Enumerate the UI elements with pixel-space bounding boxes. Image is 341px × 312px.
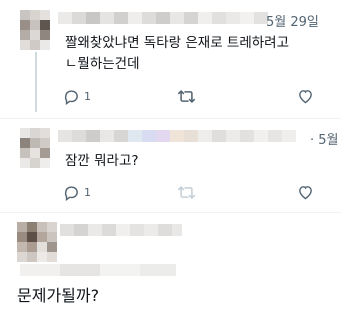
- reply-button[interactable]: 1: [63, 88, 91, 105]
- reply-icon: [63, 88, 80, 105]
- tweet-3[interactable]: 문제가될까?: [0, 212, 341, 312]
- retweet-button[interactable]: [177, 184, 196, 201]
- tweet-text: 잠깐 뭐라고?: [65, 153, 139, 169]
- avatar[interactable]: [17, 222, 57, 262]
- tweet-date[interactable]: 5월 29일: [266, 11, 319, 30]
- retweet-button[interactable]: [177, 88, 196, 105]
- like-button[interactable]: [297, 184, 314, 201]
- tweet-text-line-1: 짤왜찾았냐면 독타랑 은재로 트레하려고: [65, 35, 290, 51]
- thread-connector: [35, 52, 37, 112]
- reply-icon: [63, 184, 80, 201]
- like-button[interactable]: [297, 88, 314, 105]
- reply-count: 1: [84, 186, 91, 199]
- reply-button[interactable]: 1: [63, 184, 91, 201]
- heart-icon: [297, 184, 314, 201]
- avatar[interactable]: [20, 10, 50, 50]
- tweet-date[interactable]: · 5월: [310, 129, 339, 148]
- tweet-1[interactable]: 5월 29일 짤왜찾았냐면 독타랑 은재로 트레하려고 ㄴ뭘하는건데 1: [0, 0, 341, 112]
- avatar[interactable]: [20, 128, 50, 168]
- tweet-text: 문제가될까?: [17, 286, 100, 305]
- retweet-icon: [177, 184, 196, 201]
- heart-icon: [297, 88, 314, 105]
- reply-count: 1: [84, 90, 91, 103]
- tweet-2[interactable]: · 5월 잠깐 뭐라고? 1: [0, 118, 341, 210]
- retweet-icon: [177, 88, 196, 105]
- tweet-text-line-2: ㄴ뭘하는건데: [65, 56, 140, 72]
